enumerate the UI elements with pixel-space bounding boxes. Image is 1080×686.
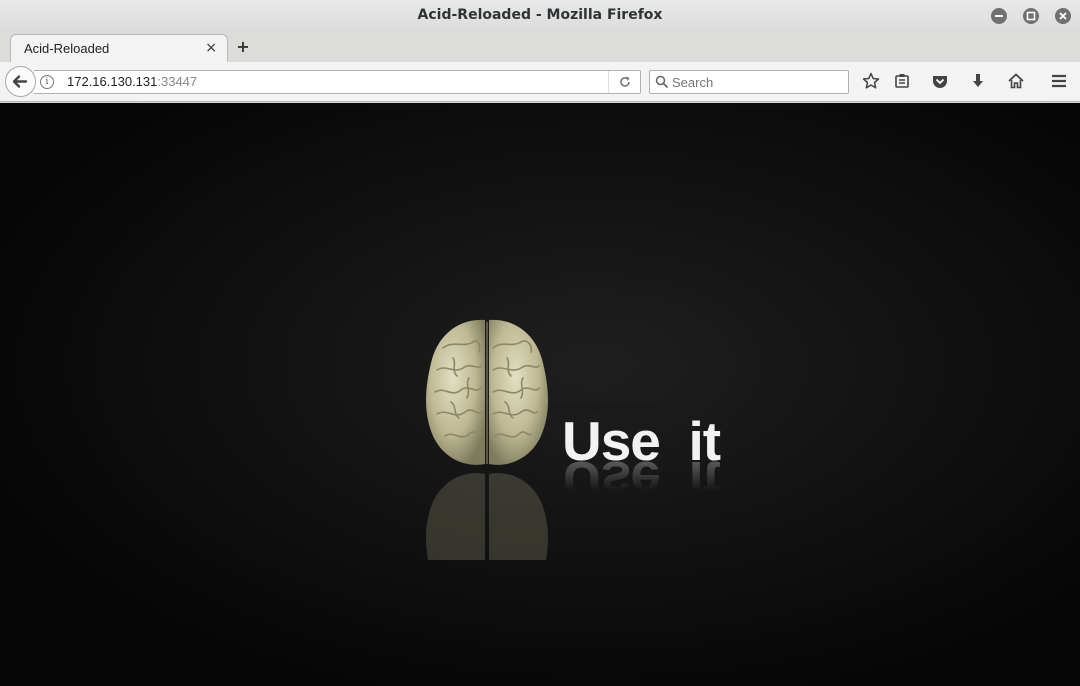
maximize-icon[interactable] — [1023, 8, 1039, 24]
search-bar[interactable] — [649, 70, 849, 94]
info-icon[interactable]: i — [40, 75, 54, 89]
back-icon — [12, 75, 28, 88]
search-input[interactable] — [672, 73, 842, 91]
tab-acid-reloaded[interactable]: Acid-Reloaded × — [10, 34, 228, 63]
tab-label: Acid-Reloaded — [24, 41, 110, 56]
home-icon[interactable] — [1006, 72, 1026, 92]
tab-close-icon[interactable]: × — [205, 40, 217, 56]
pocket-icon[interactable] — [930, 72, 950, 92]
url-text[interactable]: 172.16.130.131:33447 — [67, 74, 197, 89]
reading-list-icon[interactable] — [892, 72, 912, 92]
url-host: 172.16.130.131 — [67, 74, 158, 89]
download-icon[interactable] — [968, 72, 988, 92]
back-button[interactable] — [5, 66, 36, 97]
new-tab-button[interactable]: + — [236, 37, 250, 57]
window-title: Acid-Reloaded - Mozilla Firefox — [417, 7, 663, 23]
url-port: :33447 — [157, 74, 198, 89]
headline-reflection: Use it — [562, 450, 721, 512]
menu-icon[interactable] — [1049, 72, 1069, 92]
search-icon — [655, 74, 669, 93]
tab-strip: Acid-Reloaded × — [0, 32, 1080, 63]
brain-reflection — [423, 466, 551, 619]
reload-icon[interactable] — [608, 71, 640, 93]
nav-toolbar: i 172.16.130.131:33447 — [0, 62, 1080, 102]
brain-icon — [423, 318, 551, 472]
window-titlebar: Acid-Reloaded - Mozilla Firefox — [0, 0, 1080, 32]
page-content: Use it Use it — [0, 103, 1080, 686]
bookmark-star-icon[interactable] — [861, 72, 881, 92]
url-bar[interactable]: i 172.16.130.131:33447 — [34, 70, 641, 94]
minimize-icon[interactable] — [991, 8, 1007, 24]
close-window-icon[interactable] — [1055, 8, 1071, 24]
